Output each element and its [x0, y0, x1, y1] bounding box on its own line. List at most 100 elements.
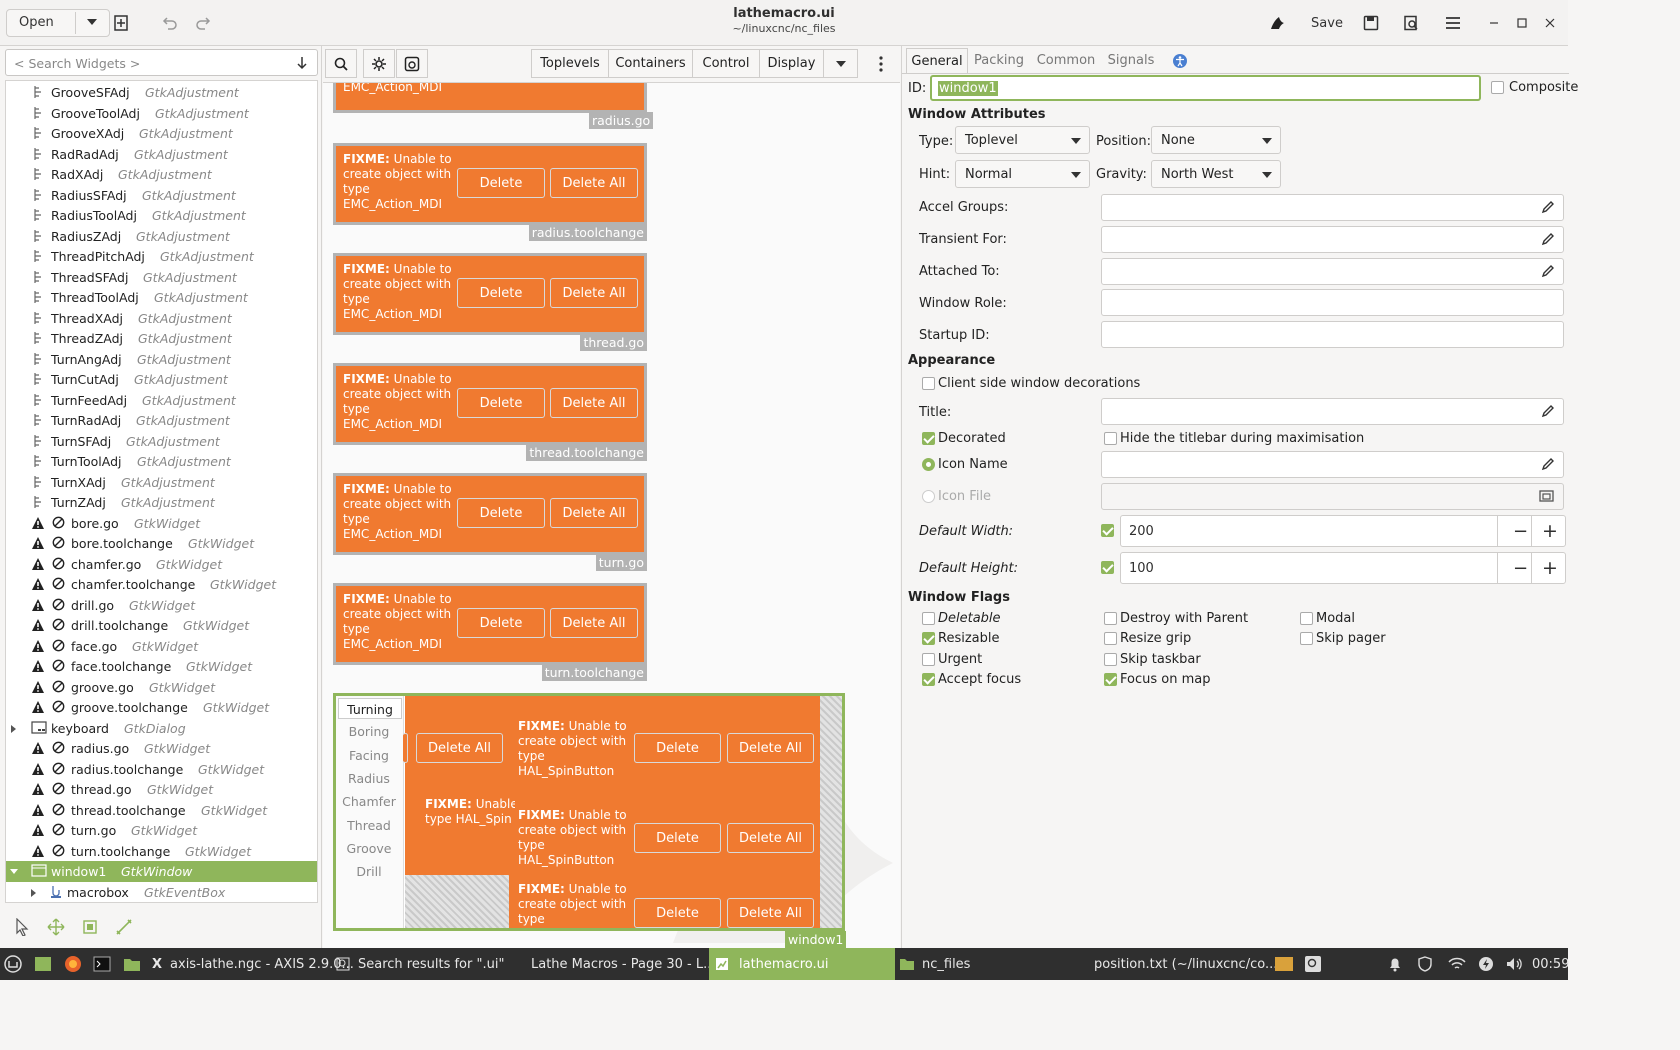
expander-icon[interactable]: [31, 888, 36, 897]
composite-checkbox[interactable]: [1491, 81, 1504, 94]
tab-facing[interactable]: Facing: [336, 745, 402, 766]
clock[interactable]: 00:59: [1532, 948, 1569, 980]
delete-all-button[interactable]: Delete All: [416, 733, 503, 763]
tree-row[interactable]: TurnAngAdj GtkAdjustment: [6, 349, 317, 370]
tree-row[interactable]: TurnXAdj GtkAdjustment: [6, 472, 317, 493]
arrow-down-icon[interactable]: [297, 56, 307, 70]
tray-app-icon[interactable]: [1274, 948, 1296, 980]
tree-row[interactable]: keyboard GtkDialog: [6, 718, 317, 739]
startup-id-input[interactable]: [1101, 321, 1564, 348]
palette-more-dropdown[interactable]: [823, 49, 858, 78]
window-widget-icon[interactable]: [396, 49, 428, 78]
tab-drill[interactable]: Drill: [336, 861, 402, 882]
attached-to-input[interactable]: [1101, 258, 1564, 285]
redo-icon[interactable]: [193, 9, 215, 37]
hint-combo[interactable]: Normal: [955, 160, 1090, 188]
volume-icon[interactable]: [1506, 948, 1526, 980]
tab-signals[interactable]: Signals: [1106, 48, 1156, 73]
tab-general[interactable]: General: [906, 48, 968, 73]
tree-row[interactable]: TurnRadAdj GtkAdjustment: [6, 410, 317, 431]
task-search[interactable]: Search results for ".ui": [336, 948, 516, 980]
window-role-input[interactable]: [1101, 289, 1564, 316]
align-icon[interactable]: [115, 918, 133, 940]
tree-row[interactable]: drill.toolchange GtkWidget: [6, 615, 317, 636]
delete-button[interactable]: Delete: [457, 168, 545, 198]
macro-card[interactable]: FIXME: Unable to create object with type…: [333, 363, 647, 445]
plus-icon[interactable]: +: [1542, 557, 1558, 579]
files-icon[interactable]: [123, 948, 145, 980]
delete-all-button[interactable]: Delete All: [550, 608, 638, 638]
bell-icon[interactable]: [1388, 948, 1406, 980]
tree-row[interactable]: thread.go GtkWidget: [6, 779, 317, 800]
search-icon[interactable]: [325, 49, 357, 78]
focus-on-map-checkbox[interactable]: [1104, 673, 1117, 686]
skip-pager-checkbox[interactable]: [1300, 632, 1313, 645]
macro-card[interactable]: FIXME: Unable to create object with type…: [333, 253, 647, 335]
delete-all-button[interactable]: Delete All: [727, 733, 814, 763]
tray-search-icon[interactable]: [1304, 948, 1326, 980]
containers-tab[interactable]: Containers: [608, 49, 693, 78]
tree-row[interactable]: ThreadToolAdj GtkAdjustment: [6, 287, 317, 308]
minus-icon[interactable]: −: [1513, 558, 1528, 579]
tree-row[interactable]: GrooveXAdj GtkAdjustment: [6, 123, 317, 144]
tree-row[interactable]: TurnZAdj GtkAdjustment: [6, 492, 317, 513]
tree-row[interactable]: RadiusToolAdj GtkAdjustment: [6, 205, 317, 226]
close-icon[interactable]: [1542, 9, 1558, 37]
edit-pencil-icon[interactable]: [1541, 232, 1555, 246]
tree-row[interactable]: face.toolchange GtkWidget: [6, 656, 317, 677]
save-button[interactable]: Save: [1306, 9, 1348, 37]
widget-tree[interactable]: GrooveSFAdj GtkAdjustment GrooveToolAdj Gtk…: [5, 80, 318, 903]
default-width-checkbox[interactable]: [1101, 524, 1114, 537]
tab-boring[interactable]: Boring: [336, 721, 402, 742]
tree-row[interactable]: ThreadZAdj GtkAdjustment: [6, 328, 317, 349]
task-files[interactable]: nc_files: [900, 948, 1060, 980]
edit-pencil-icon[interactable]: [1541, 200, 1555, 214]
tree-row[interactable]: face.go GtkWidget: [6, 636, 317, 657]
macro-card-partial[interactable]: EMC_Action_MDI: [333, 83, 647, 113]
expander-open-icon[interactable]: [10, 869, 18, 874]
tree-row[interactable]: TurnToolAdj GtkAdjustment: [6, 451, 317, 472]
tree-row[interactable]: thread.toolchange GtkWidget: [6, 800, 317, 821]
tree-row[interactable]: macrobox GtkEventBox: [6, 882, 317, 903]
firefox-icon[interactable]: [64, 948, 86, 980]
delete-all-button[interactable]: Delete All: [550, 498, 638, 528]
plus-icon[interactable]: +: [1542, 520, 1558, 542]
minus-icon[interactable]: −: [1513, 521, 1528, 542]
delete-all-button[interactable]: Delete All: [550, 388, 638, 418]
modal-checkbox[interactable]: [1300, 612, 1313, 625]
tree-row[interactable]: GrooveSFAdj GtkAdjustment: [6, 82, 317, 103]
resizable-checkbox[interactable]: [922, 632, 935, 645]
tree-row[interactable]: TurnSFAdj GtkAdjustment: [6, 431, 317, 452]
tree-row[interactable]: bore.go GtkWidget: [6, 513, 317, 534]
accept-focus-checkbox[interactable]: [922, 673, 935, 686]
decorated-checkbox[interactable]: [922, 432, 935, 445]
id-input[interactable]: window1: [930, 75, 1481, 101]
icon-name-input[interactable]: [1101, 451, 1564, 478]
macro-card[interactable]: FIXME: Unable to create object with type…: [333, 143, 647, 225]
edit-pencil-icon[interactable]: [1541, 404, 1555, 418]
tree-row[interactable]: chamfer.toolchange GtkWidget: [6, 574, 317, 595]
default-height-checkbox[interactable]: [1101, 561, 1114, 574]
tree-row[interactable]: TurnCutAdj GtkAdjustment: [6, 369, 317, 390]
urgent-checkbox[interactable]: [922, 653, 935, 666]
tab-thread[interactable]: Thread: [336, 815, 402, 836]
display-tab[interactable]: Display: [759, 49, 824, 78]
power-icon[interactable]: [1478, 948, 1498, 980]
icon-file-input[interactable]: [1101, 483, 1564, 510]
more-options-icon[interactable]: [864, 49, 898, 78]
tree-row[interactable]: turn.toolchange GtkWidget: [6, 841, 317, 862]
minimize-icon[interactable]: [1486, 9, 1502, 37]
task-browser[interactable]: Lathe Macros - Page 30 - L...: [523, 948, 716, 980]
macro-card[interactable]: FIXME: Unable to create object with type…: [333, 473, 647, 555]
drag-move-icon[interactable]: [47, 918, 65, 940]
new-file-icon[interactable]: [110, 9, 132, 37]
open-button[interactable]: Open: [6, 9, 110, 37]
tree-row[interactable]: ThreadPitchAdj GtkAdjustment: [6, 246, 317, 267]
terminal-icon[interactable]: [93, 948, 115, 980]
file-chooser-icon[interactable]: [1539, 489, 1555, 503]
type-combo[interactable]: Toplevel: [955, 126, 1090, 154]
tab-chamfer[interactable]: Chamfer: [336, 791, 402, 812]
window1-preview[interactable]: Turning Boring Facing Radius Chamfer Thread Gr…: [333, 693, 845, 931]
toplevels-tab[interactable]: Toplevels: [531, 49, 609, 78]
delete-all-button[interactable]: Delete All: [727, 823, 814, 853]
